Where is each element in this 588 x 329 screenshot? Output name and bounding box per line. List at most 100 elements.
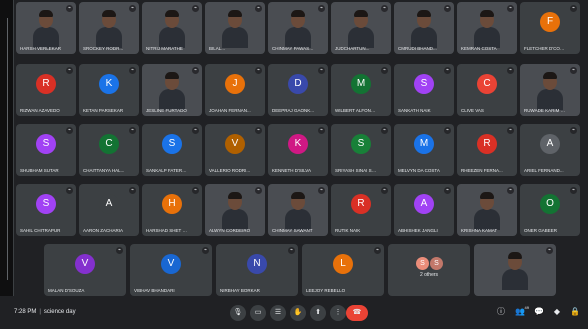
chat-button[interactable]: 💬 [534, 307, 544, 317]
participant-tile[interactable]: R RHEEZEN FERNA... ⌁ [457, 124, 517, 176]
participant-tile[interactable]: CHINMAY SAWANT ⌁ [268, 184, 328, 236]
participant-tile[interactable]: S SANKATH NAIK ⌁ [394, 64, 454, 116]
participant-tile[interactable]: ALWYN CORDEIRO ⌁ [205, 184, 265, 236]
video-feed [222, 192, 248, 230]
avatar: V [225, 134, 245, 154]
participant-tile[interactable]: A AARON ZACHARIA ⌁ [79, 184, 139, 236]
participant-tile[interactable]: C CHAITTANYA HAL... ⌁ [79, 124, 139, 176]
captions-button[interactable]: ☰ [270, 305, 286, 321]
muted-mic-icon: ⌁ [192, 187, 199, 194]
participant-tile[interactable]: Chinmay Pawaskar ⌁ [268, 2, 328, 54]
participant-tile[interactable]: R RUTIK NAIK ⌁ [331, 184, 391, 236]
participant-name: KETAN PARSEKAR [83, 108, 124, 113]
participant-name: Nitrij Marathe [146, 46, 183, 51]
participant-tile[interactable]: K KENNETH D'SILVA ⌁ [268, 124, 328, 176]
participant-name: HARSH VERLEKAR [20, 46, 62, 51]
muted-mic-icon: ⌁ [318, 67, 325, 74]
participant-tile[interactable]: H HARSHAD SHET D... ⌁ [142, 184, 202, 236]
avatar: S [351, 134, 371, 154]
participant-name: SAHIL CHITRAPUR [20, 228, 61, 233]
host-controls-button[interactable]: 🔒 [570, 307, 580, 317]
avatar: V [161, 254, 181, 274]
avatar: D [288, 74, 308, 94]
activities-icon: ◆ [553, 307, 561, 316]
participant-tile[interactable]: C CLIVE VAS ⌁ [457, 64, 517, 116]
avatar: J [225, 74, 245, 94]
video-feed [411, 10, 437, 48]
participant-tile[interactable]: SS 2 others [388, 244, 470, 296]
participant-tile[interactable]: R RIZWAN AZAVEDO ⌁ [16, 64, 76, 116]
participant-tile[interactable]: J JOAHAN FERNAN... ⌁ [205, 64, 265, 116]
participant-tile[interactable]: L LEEJOY REBELLO ⌁ [302, 244, 384, 296]
participant-tile[interactable]: CMRUDI BHAND... ⌁ [394, 2, 454, 54]
participant-tile[interactable]: A ABHISHEK JANGLI ⌁ [394, 184, 454, 236]
avatar: N [247, 254, 267, 274]
participant-tile[interactable]: V VIBHAV BHANDARI ⌁ [130, 244, 212, 296]
raise-hand-button[interactable]: ✋ [290, 305, 306, 321]
muted-mic-icon: ⌁ [202, 247, 209, 254]
participant-tile[interactable]: JESLINE FURTADO ⌁ [142, 64, 202, 116]
participant-tile[interactable]: M MELVYN DA COSTA ⌁ [394, 124, 454, 176]
participant-tile[interactable]: JUDCHARTUN... ⌁ [331, 2, 391, 54]
participant-tile[interactable]: HARSH VERLEKAR ⌁ [16, 2, 76, 54]
muted-mic-icon: ⌁ [381, 127, 388, 134]
avatar: K [99, 74, 119, 94]
participant-tile[interactable]: M WILBERT ALFONSO ⌁ [331, 64, 391, 116]
info-button[interactable]: ⓘ [496, 307, 506, 317]
participant-tile[interactable]: SROCKEY RODR... ⌁ [79, 2, 139, 54]
muted-mic-icon: ⌁ [381, 67, 388, 74]
video-feed [474, 10, 500, 48]
mic-icon: 🎙 [233, 309, 243, 316]
muted-mic-icon: ⌁ [192, 67, 199, 74]
participant-tile[interactable]: S SANKALP FATERP... ⌁ [142, 124, 202, 176]
camera-button[interactable]: ▭ [250, 305, 266, 321]
avatar: S [414, 74, 434, 94]
people-button[interactable]: 👥 49 [515, 305, 529, 317]
participant-tile[interactable]: S SHUBHAM SUTAR ⌁ [16, 124, 76, 176]
participant-name: KENNETH D'SILVA [272, 168, 311, 173]
participant-name: KEMRAN COSTA [461, 46, 497, 51]
participant-tile[interactable]: N NIRBHAY BORKAR ⌁ [216, 244, 298, 296]
participant-name: ABHISHEK JANGLI [398, 228, 438, 233]
video-feed [348, 10, 374, 48]
activities-button[interactable]: ◆ [552, 307, 562, 317]
end-call-button[interactable]: ☎ [346, 305, 368, 321]
muted-mic-icon: ⌁ [318, 187, 325, 194]
participant-tile[interactable]: Nitrij Marathe ⌁ [142, 2, 202, 54]
present-button[interactable]: ⬆ [310, 305, 326, 321]
muted-mic-icon: ⌁ [66, 5, 73, 12]
participant-tile[interactable]: O ONER GABEER ⌁ [520, 184, 580, 236]
avatar: S [416, 257, 429, 270]
participant-tile[interactable]: V MALAN D'SOUZA ⌁ [44, 244, 126, 296]
participant-tile[interactable]: F FLETCHER D'COS... ⌁ [520, 2, 580, 54]
participant-tile[interactable]: KRISHNA KAMAT ⌁ [457, 184, 517, 236]
video-feed [222, 10, 248, 48]
mic-button[interactable]: 🎙 [230, 305, 246, 321]
muted-mic-icon: ⌁ [255, 67, 262, 74]
muted-mic-icon: ⌁ [66, 67, 73, 74]
participant-tile[interactable]: S SRIYASH SINAI SA... ⌁ [331, 124, 391, 176]
captions-icon: ☰ [274, 309, 282, 316]
participant-name: VIBHAV BHANDARI [134, 288, 175, 293]
participant-tile[interactable]: D DEEPRAJ GAONK... ⌁ [268, 64, 328, 116]
participant-name: Ruwade Karim K... [524, 108, 566, 113]
participant-tile[interactable]: Ruwade Karim K... ⌁ [520, 64, 580, 116]
participant-tile[interactable]: ⌁ [474, 244, 556, 296]
participant-tile[interactable]: BILAL... ⌁ [205, 2, 265, 54]
muted-mic-icon: ⌁ [570, 5, 577, 12]
participant-tile[interactable]: S SAHIL CHITRAPUR ⌁ [16, 184, 76, 236]
muted-mic-icon: ⌁ [570, 127, 577, 134]
video-feed [96, 10, 122, 48]
video-feed [159, 10, 185, 48]
avatar: S [36, 134, 56, 154]
participant-name: SHUBHAM SUTAR [20, 168, 59, 173]
participant-tile[interactable]: KEMRAN COSTA ⌁ [457, 2, 517, 54]
participant-name: BILAL... [209, 46, 226, 51]
more-options-button[interactable]: ⋮ [330, 305, 346, 321]
participant-name: ARIEL FERNAND... [524, 168, 564, 173]
participant-tile[interactable]: V VALLERIO RODRI... ⌁ [205, 124, 265, 176]
chat-icon: 💬 [534, 307, 544, 316]
participant-tile[interactable]: K KETAN PARSEKAR ⌁ [79, 64, 139, 116]
participant-tile[interactable]: A ARIEL FERNAND... ⌁ [520, 124, 580, 176]
participant-name: LEEJOY REBELLO [306, 288, 346, 293]
